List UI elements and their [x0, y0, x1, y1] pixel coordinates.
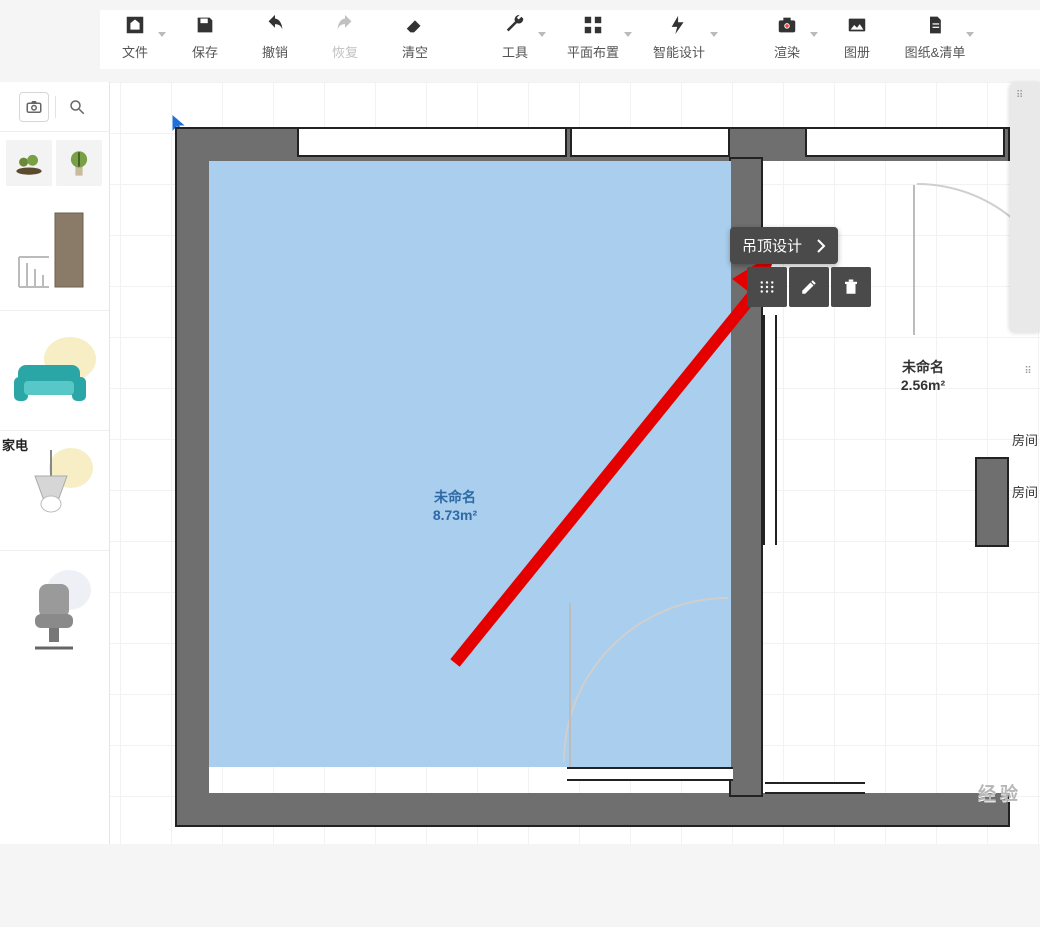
- room-other-label: 未命名 2.56m²: [863, 359, 983, 394]
- sidebar-item-lamp-label: 家电: [2, 435, 28, 454]
- save-icon: [191, 12, 219, 38]
- chevron-right-icon: [816, 239, 826, 253]
- sidebar-thumbs: [0, 132, 109, 190]
- canvas[interactable]: 未命名 8.73m² 未命名 2.56m² 吊顶设计 ⠿: [110, 82, 1040, 844]
- search-button[interactable]: [62, 92, 92, 122]
- thumb-plant-2[interactable]: [56, 140, 102, 186]
- left-sidebar: 家电: [0, 82, 110, 844]
- grip-icon: ⠿: [1016, 90, 1025, 101]
- dropdown-arrow-icon: [158, 32, 166, 37]
- toolbar-smart[interactable]: 智能设计: [646, 12, 712, 61]
- toolbar-album-label: 图册: [844, 42, 870, 61]
- toolbar-file[interactable]: 文件: [110, 12, 160, 61]
- grip-icon: ⠿: [1018, 366, 1040, 377]
- doc-icon: [921, 12, 949, 38]
- toolbar-drawings[interactable]: 图纸&清单: [902, 12, 968, 61]
- toolbar-clear[interactable]: 清空: [390, 12, 440, 61]
- popup-move-button[interactable]: [747, 267, 787, 307]
- ceiling-design-popup[interactable]: 吊顶设计: [730, 227, 838, 264]
- sidebar-item-door[interactable]: [0, 190, 109, 310]
- dropdown-arrow-icon: [966, 32, 974, 37]
- room-selected-label: 未命名 8.73m²: [395, 489, 515, 524]
- toolbar-tools-label: 工具: [502, 42, 528, 61]
- floor-plan: 未命名 8.73m² 未命名 2.56m² 吊顶设计: [175, 127, 1005, 817]
- undo-icon: [261, 12, 289, 38]
- popup-label: 吊顶设计: [742, 235, 802, 256]
- right-panel-label-2: 房间: [1012, 482, 1038, 501]
- toolbar-layout[interactable]: 平面布置: [560, 12, 626, 61]
- separator: [55, 96, 56, 118]
- toolbar-layout-label: 平面布置: [567, 42, 619, 61]
- room-selected-name: 未命名: [395, 489, 515, 507]
- bolt-icon: [665, 12, 693, 38]
- toolbar-clear-label: 清空: [402, 42, 428, 61]
- toolbar-redo-label: 恢复: [332, 42, 358, 61]
- image-icon: [843, 12, 871, 38]
- toolbar-render[interactable]: 渲染: [762, 12, 812, 61]
- dropdown-arrow-icon: [624, 32, 632, 37]
- toolbar-save[interactable]: 保存: [180, 12, 230, 61]
- toolbar-drawings-label: 图纸&清单: [905, 42, 966, 61]
- dropdown-arrow-icon: [810, 32, 818, 37]
- sidebar-item-chair[interactable]: [0, 550, 109, 670]
- toolbar-tools[interactable]: 工具: [490, 12, 540, 61]
- sidebar-item-sofa[interactable]: [0, 310, 109, 430]
- toolbar-smart-label: 智能设计: [653, 42, 705, 61]
- sidebar-search-row: [0, 82, 110, 132]
- thumb-plant-1[interactable]: [6, 140, 52, 186]
- room-selected-area: 8.73m²: [395, 507, 515, 525]
- room-other-name: 未命名: [863, 359, 983, 377]
- watermark: 经验: [978, 780, 1022, 806]
- dropdown-arrow-icon: [710, 32, 718, 37]
- toolbar-redo[interactable]: 恢复: [320, 12, 370, 61]
- right-panel-handle-mid[interactable]: ⠿: [1018, 362, 1040, 381]
- camera-icon: [773, 12, 801, 38]
- room-other-area: 2.56m²: [863, 377, 983, 395]
- right-panel-handle-top[interactable]: ⠿: [1010, 82, 1040, 332]
- toolbar-album[interactable]: 图册: [832, 12, 882, 61]
- main-toolbar: 文件 保存 撤销 恢复 清空 工具 平面布置: [100, 10, 1040, 69]
- eraser-icon: [401, 12, 429, 38]
- toolbar-render-label: 渲染: [774, 42, 800, 61]
- grid-icon: [579, 12, 607, 38]
- popup-delete-button[interactable]: [831, 267, 871, 307]
- wrench-icon: [501, 12, 529, 38]
- toolbar-undo[interactable]: 撤销: [250, 12, 300, 61]
- dropdown-arrow-icon: [538, 32, 546, 37]
- right-panel-label-1: 房间: [1012, 430, 1038, 449]
- home-icon: [121, 12, 149, 38]
- toolbar-file-label: 文件: [122, 42, 148, 61]
- sidebar-item-lamp[interactable]: 家电: [0, 430, 109, 550]
- camera-button[interactable]: [19, 92, 49, 122]
- popup-edit-button[interactable]: [789, 267, 829, 307]
- redo-icon: [331, 12, 359, 38]
- popup-actions: [747, 267, 871, 307]
- toolbar-save-label: 保存: [192, 42, 218, 61]
- toolbar-undo-label: 撤销: [262, 42, 288, 61]
